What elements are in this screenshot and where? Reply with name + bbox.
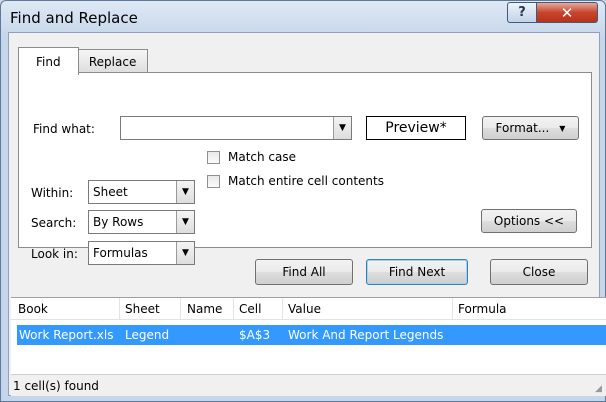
results-list: Book Sheet Name Cell Value Formula Work … [11, 297, 606, 396]
look-in-value: Formulas [93, 246, 148, 260]
column-header-book[interactable]: Book [18, 302, 48, 316]
column-divider[interactable] [119, 298, 120, 320]
tab-replace[interactable]: Replace [77, 49, 148, 74]
match-case-checkbox[interactable] [207, 151, 220, 164]
options-button[interactable]: Options << [481, 209, 577, 233]
find-what-combo[interactable]: ▼ [120, 116, 352, 140]
column-divider[interactable] [180, 298, 181, 320]
search-select[interactable]: By Rows ▼ [88, 210, 195, 234]
results-header: Book Sheet Name Cell Value Formula [11, 298, 606, 320]
format-button[interactable]: Format... ▼ [482, 116, 579, 140]
find-replace-window: Find and Replace ? ✕ Find Replace Find w… [0, 0, 606, 402]
column-header-cell[interactable]: Cell [239, 302, 261, 316]
column-header-sheet[interactable]: Sheet [125, 302, 160, 316]
column-divider[interactable] [282, 298, 283, 320]
find-what-label: Find what: [33, 122, 95, 136]
dialog-client-area: Find Replace Find what: ▼ Preview* Forma… [8, 32, 606, 396]
result-cell: $A$3 [239, 328, 271, 342]
tab-find[interactable]: Find [18, 47, 79, 75]
close-button[interactable]: Close [490, 259, 588, 285]
search-label: Search: [31, 216, 77, 230]
within-select[interactable]: Sheet ▼ [88, 180, 195, 204]
format-preview: Preview* [366, 116, 466, 140]
column-divider[interactable] [233, 298, 234, 320]
format-button-label: Format... [495, 121, 550, 135]
result-row[interactable]: Work Report.xls Legend $A$3 Work And Rep… [17, 325, 606, 345]
within-label: Within: [31, 186, 74, 200]
chevron-down-icon[interactable]: ▼ [176, 242, 194, 264]
column-header-value[interactable]: Value [288, 302, 321, 316]
search-value: By Rows [93, 215, 144, 229]
chevron-down-icon[interactable]: ▼ [176, 211, 194, 233]
find-all-button[interactable]: Find All [255, 259, 353, 285]
help-button[interactable]: ? [507, 2, 537, 23]
within-value: Sheet [93, 185, 128, 199]
look-in-label: Look in: [31, 247, 78, 261]
look-in-select[interactable]: Formulas ▼ [88, 241, 195, 265]
result-book: Work Report.xls [19, 328, 114, 342]
dropdown-arrow-icon: ▼ [559, 123, 566, 133]
match-entire-cell-label: Match entire cell contents [228, 174, 384, 188]
resize-grip-icon[interactable]: ◢ [595, 384, 605, 394]
status-text: 1 cell(s) found [13, 379, 99, 393]
window-title: Find and Replace [10, 9, 138, 27]
column-divider[interactable] [452, 298, 453, 320]
result-sheet: Legend [125, 328, 170, 342]
match-case-label: Match case [228, 150, 297, 164]
status-bar: 1 cell(s) found ◢ [11, 374, 606, 396]
window-close-button[interactable]: ✕ [536, 2, 598, 23]
result-value: Work And Report Legends [288, 328, 444, 342]
tab-strip: Find Replace [18, 47, 148, 75]
column-header-formula[interactable]: Formula [458, 302, 507, 316]
match-entire-cell-checkbox[interactable] [207, 175, 220, 188]
column-header-name[interactable]: Name [187, 302, 222, 316]
chevron-down-icon[interactable]: ▼ [333, 117, 351, 139]
find-next-button[interactable]: Find Next [366, 259, 468, 285]
chevron-down-icon[interactable]: ▼ [176, 181, 194, 203]
